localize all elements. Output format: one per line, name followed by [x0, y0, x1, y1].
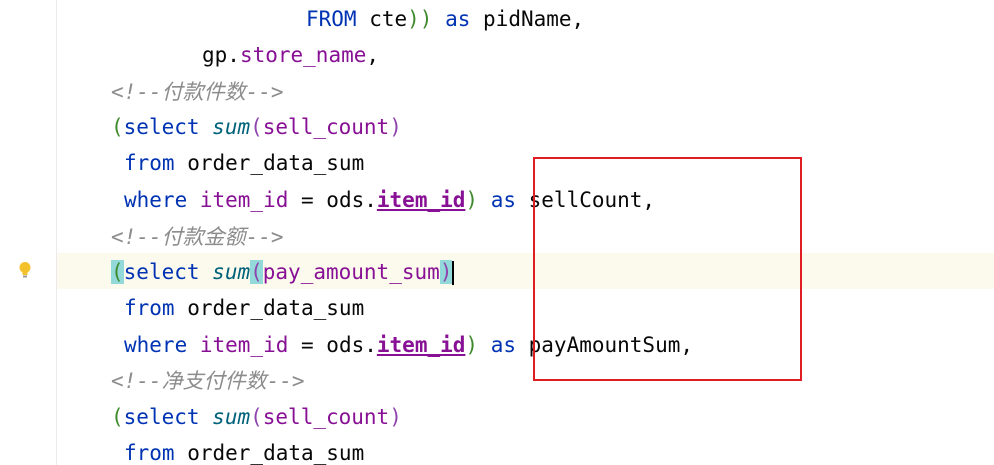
code-token: as — [478, 333, 529, 357]
code-line[interactable]: from order_data_sum — [124, 290, 364, 326]
code-token: select — [123, 260, 213, 284]
code-token: ( — [111, 115, 124, 139]
code-token: item_id — [199, 333, 289, 357]
code-token: = ods. — [288, 188, 377, 212]
code-token: select — [123, 115, 213, 139]
code-token: ) — [389, 115, 402, 139]
code-token: <!--净支付件数--> — [111, 369, 305, 393]
code-token: )) — [407, 7, 433, 31]
code-token: from — [124, 296, 188, 320]
code-token: sell_count — [262, 115, 390, 139]
code-token: select — [123, 405, 213, 429]
code-token: FROM — [306, 7, 357, 31]
code-token: , — [366, 43, 380, 67]
annotation-highlight-box — [533, 157, 802, 381]
code-token: as — [432, 7, 484, 31]
code-token: ) — [465, 333, 479, 357]
code-token: ( — [111, 260, 124, 284]
code-token: order_data_sum — [187, 151, 365, 175]
code-token: store_name — [239, 43, 367, 67]
code-line[interactable]: <!--净支付件数--> — [111, 363, 305, 399]
code-line[interactable]: from order_data_sum — [124, 145, 364, 181]
code-line[interactable]: from order_data_sum — [124, 435, 364, 465]
code-token: sum — [212, 260, 251, 284]
code-token: item_id — [199, 188, 289, 212]
code-token: = ods. — [288, 333, 377, 357]
code-token: order_data_sum — [187, 441, 365, 465]
code-token: ) — [439, 260, 453, 284]
code-line[interactable]: <!--付款件数--> — [111, 74, 284, 110]
code-token: order_data_sum — [187, 296, 365, 320]
code-token: from — [124, 151, 188, 175]
code-token: where — [124, 188, 200, 212]
code-token: as — [478, 188, 529, 212]
code-line[interactable]: (select sum(sell_count) — [111, 109, 402, 145]
code-token: sell_count — [262, 405, 390, 429]
code-line[interactable]: (select sum(sell_count) — [111, 399, 402, 435]
editor-gutter[interactable] — [0, 0, 57, 465]
code-token: <!--付款件数--> — [111, 80, 284, 104]
code-token: <!--付款金额--> — [111, 225, 284, 249]
lightbulb-icon[interactable] — [18, 261, 32, 279]
code-token: gp. — [202, 43, 240, 67]
code-token: item_id — [376, 188, 466, 212]
code-token: item_id — [376, 333, 466, 357]
code-token: ( — [250, 405, 263, 429]
code-token: ( — [111, 405, 124, 429]
code-token: sum — [212, 115, 251, 139]
code-token: where — [124, 333, 200, 357]
code-token: ( — [250, 115, 263, 139]
code-line[interactable]: <!--付款金额--> — [111, 219, 284, 255]
code-token: sum — [212, 405, 251, 429]
code-token: ( — [250, 260, 263, 284]
code-token: ) — [389, 405, 402, 429]
code-editor[interactable]: FROM cte)) as pidName, gp.store_name, <!--… — [0, 0, 994, 465]
code-token: ) — [465, 188, 479, 212]
code-token: from — [124, 441, 188, 465]
text-caret — [452, 261, 455, 285]
code-token: pay_amount_sum — [262, 260, 440, 284]
code-token: pidName, — [483, 7, 585, 31]
code-line[interactable]: FROM cte)) as pidName, — [306, 1, 584, 37]
code-line[interactable]: (select sum(pay_amount_sum) — [111, 254, 455, 290]
code-token: cte — [356, 7, 408, 31]
code-line[interactable]: gp.store_name, — [202, 37, 379, 73]
